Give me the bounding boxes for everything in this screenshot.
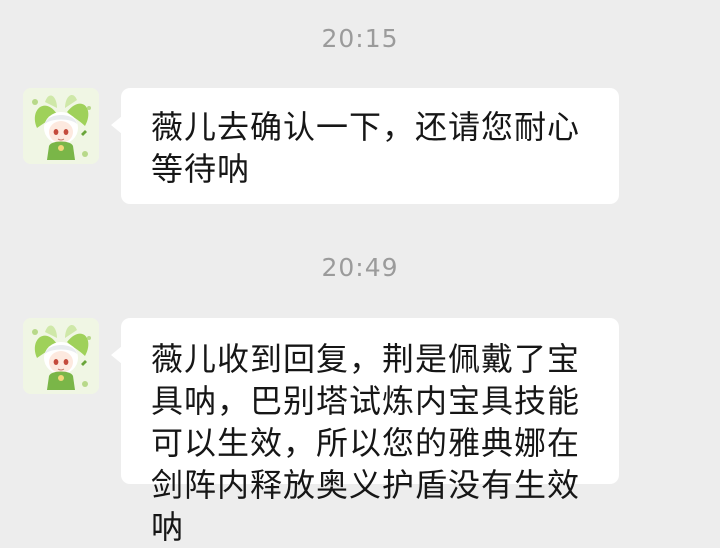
chat-conversation: 20:15 薇儿去确认一下，还请您耐心等待呐 20:49 薇儿收到回复，荆是佩戴… xyxy=(0,0,720,546)
message-bubble[interactable]: 薇儿去确认一下，还请您耐心等待呐 xyxy=(111,88,619,204)
chibi-character-avatar-icon[interactable] xyxy=(23,318,99,394)
avatar-illustration xyxy=(23,318,99,394)
message-timestamp: 20:49 xyxy=(321,253,399,282)
avatar-illustration xyxy=(23,88,99,164)
chibi-character-avatar-icon[interactable] xyxy=(23,88,99,164)
message-timestamp: 20:15 xyxy=(321,24,399,53)
message-bubble[interactable]: 薇儿收到回复，荆是佩戴了宝具呐，巴别塔试炼内宝具技能可以生效，所以您的雅典娜在剑… xyxy=(111,318,619,546)
